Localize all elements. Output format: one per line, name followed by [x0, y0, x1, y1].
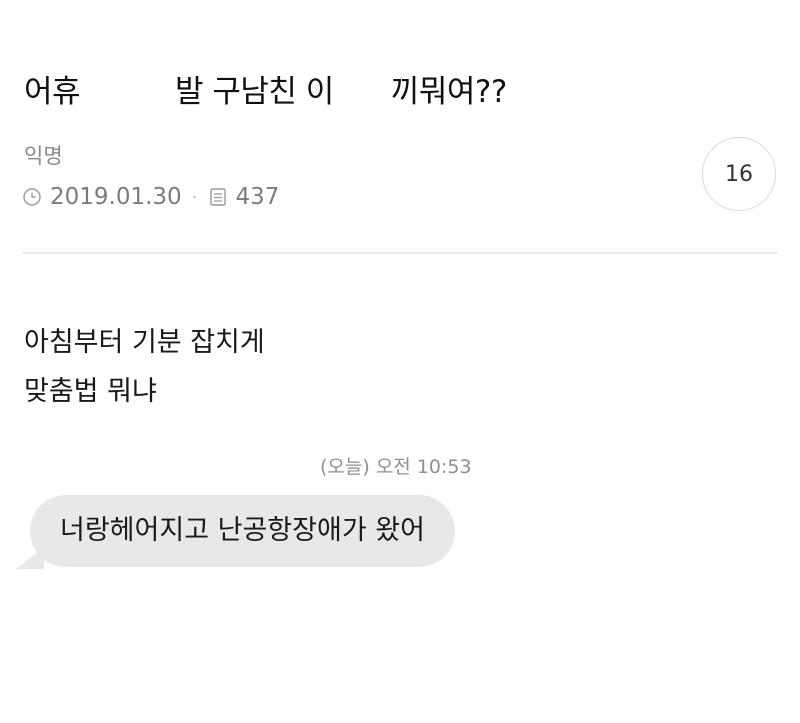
- clock-icon: [22, 187, 42, 207]
- post-views: 437: [235, 184, 280, 210]
- post-author: 익명: [24, 144, 63, 168]
- comment-count-button[interactable]: 16: [702, 137, 776, 211]
- post-meta: 2019.01.30 · 437: [22, 184, 279, 210]
- chat-message: 너랑헤어지고 난공항장애가 왔어: [16, 495, 455, 569]
- chat-bubble: 너랑헤어지고 난공항장애가 왔어: [30, 495, 455, 567]
- meta-separator: ·: [191, 186, 198, 208]
- divider: [22, 252, 778, 254]
- post-date: 2019.01.30: [50, 184, 182, 210]
- post-body-line-1: 아침부터 기분 잡치게: [24, 327, 265, 358]
- post-body-line-2: 맞춤법 뭐냐: [24, 376, 157, 407]
- post-title: 어휴 ᅠᅠᅠ발 구남친 이ᅠᅠ끼뭐여??: [24, 74, 507, 110]
- chat-timestamp: (오늘) 오전 10:53: [320, 456, 472, 478]
- document-icon: [209, 187, 227, 207]
